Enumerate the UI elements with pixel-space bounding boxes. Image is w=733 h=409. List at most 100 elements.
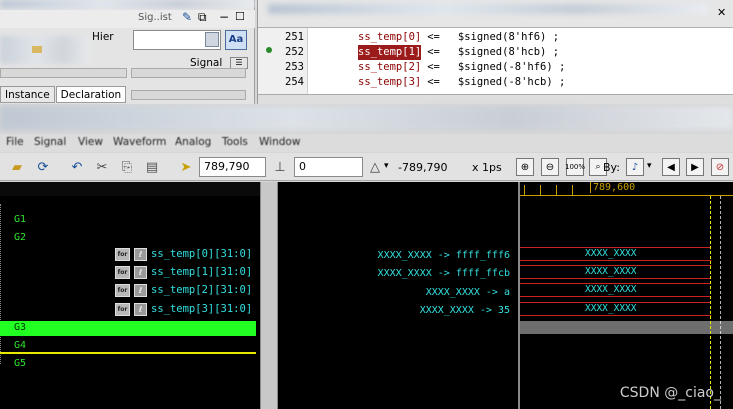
pin-icon[interactable]: ✎ (182, 10, 192, 24)
zoom-in-icon[interactable]: ⊕ (516, 158, 534, 176)
source-lhs[interactable]: ss_temp[3] (358, 75, 421, 90)
paste-icon[interactable]: ▤ (143, 158, 161, 176)
marker-icon[interactable]: ⊥ (271, 158, 289, 176)
signal-attr-icon: ℓ (134, 302, 147, 316)
source-line: 251 ss_temp[0] <= $signed(8'hf6) ; (258, 30, 733, 45)
signal-type-icon: for (115, 247, 130, 261)
signal-name-pane: G1 G2 for ℓ ss_temp[0][31:0] for ℓ ss_te… (0, 182, 260, 409)
menu-analog[interactable]: Analog (175, 136, 211, 148)
match-case-icon[interactable]: Aa (225, 30, 247, 50)
source-rhs: $signed(-8'hcb) ; (457, 76, 566, 88)
wave-value: XXXX_XXXX (585, 266, 637, 277)
delta-dropdown-icon[interactable]: ▾ (384, 161, 389, 171)
hier-scrollbar[interactable] (0, 68, 127, 78)
selected-group-wave[interactable] (520, 321, 733, 334)
search-prev-icon[interactable]: ◀ (662, 158, 680, 176)
marker-time-field[interactable]: 0 (294, 157, 363, 177)
menu-waveform[interactable]: Waveform (113, 136, 166, 148)
signal-type-icon: for (115, 265, 130, 279)
float-icon[interactable]: ⧉ (198, 10, 207, 25)
source-op: <= (427, 61, 440, 73)
folder-icon (32, 46, 42, 53)
source-op: <= (427, 76, 440, 88)
signal-row[interactable]: for ℓ ss_temp[1][31:0] (115, 264, 252, 280)
group-g4[interactable]: G4 (14, 340, 26, 351)
signal-scrollbar[interactable] (131, 68, 246, 78)
highlight-line (0, 352, 256, 354)
source-rhs: $signed(8'hcb) ; (457, 46, 560, 58)
menu-view[interactable]: View (78, 136, 103, 148)
source-op: <= (427, 46, 440, 58)
source-line: 254 ss_temp[3] <= $signed(-8'hcb) ; (258, 75, 733, 90)
signal-name: ss_temp[1][31:0] (151, 266, 253, 278)
open-folder-icon[interactable]: ▰ (8, 158, 26, 176)
signal-type-icon: for (115, 302, 130, 316)
blurred-title-bar (0, 106, 733, 130)
tab-instance[interactable]: Instance (0, 86, 55, 103)
copy-icon[interactable]: ⎘ (118, 158, 136, 176)
timeline-ruler[interactable]: 789,600 (520, 182, 733, 196)
hierarchy-panel: Sig..ist ✎ ⧉ − ☐ Hier Aa Signal ☰ Instan… (0, 0, 255, 104)
by-label: By: (603, 161, 620, 174)
hier-header: Hier (92, 31, 114, 43)
ruler-tick (540, 185, 546, 195)
signal-value: XXXX_XXXX -> ffff_fff6 (377, 250, 510, 261)
tab-declaration[interactable]: Declaration (55, 86, 127, 103)
blurred-toolbar (0, 0, 255, 8)
pointer-icon[interactable]: ➤ (177, 158, 195, 176)
signal-attr-icon: ℓ (134, 283, 147, 297)
signal-hscrollbar[interactable] (131, 90, 246, 100)
signal-attr-icon: ℓ (134, 247, 147, 261)
menu-signal[interactable]: Signal (34, 136, 66, 148)
group-g1[interactable]: G1 (14, 214, 26, 225)
signal-row[interactable]: for ℓ ss_temp[3][31:0] (115, 301, 252, 317)
signal-name: ss_temp[3][31:0] (151, 303, 253, 315)
signal-list-title: Sig..ist (138, 12, 172, 23)
signal-value: XXXX_XXXX -> a (425, 287, 510, 298)
line-number: 253 (285, 61, 304, 73)
cursor-time-field[interactable]: 789,790 (199, 157, 266, 177)
group-g2[interactable]: G2 (14, 232, 26, 243)
pane-splitter-left[interactable] (260, 182, 278, 409)
source-view: ✕ 251 ss_temp[0] <= $signed(8'hf6) ; 252… (257, 0, 733, 104)
menu-bar: File Signal View Waveform Analog Tools W… (0, 134, 733, 152)
close-icon[interactable]: ✕ (717, 6, 726, 19)
delta-icon[interactable]: △ (366, 158, 384, 176)
undo-icon[interactable]: ↶ (68, 158, 86, 176)
maximize-icon[interactable]: ☐ (235, 10, 245, 23)
blurred-tree (0, 36, 90, 64)
source-lhs[interactable]: ss_temp[0] (358, 30, 421, 45)
signal-value-pane: XXXX_XXXX -> ffff_fff6 XXXX_XXXX -> ffff… (278, 182, 518, 409)
signal-type-icon: for (115, 283, 130, 297)
search-by-dropdown-icon[interactable]: ▾ (647, 161, 652, 171)
ruler-tick (556, 185, 562, 195)
source-lhs-highlighted[interactable]: ss_temp[1] (358, 45, 422, 60)
reload-icon[interactable]: ⟳ (34, 158, 52, 176)
zoom-out-icon[interactable]: ⊖ (541, 158, 559, 176)
menu-tools[interactable]: Tools (222, 136, 248, 148)
group-g5[interactable]: G5 (14, 358, 26, 369)
menu-file[interactable]: File (6, 136, 24, 148)
cut-icon[interactable]: ✂ (93, 158, 111, 176)
search-next-icon[interactable]: ▶ (686, 158, 704, 176)
search-clear-icon[interactable] (205, 32, 219, 47)
marker-line[interactable] (720, 196, 721, 409)
time-scale-label: x 1ps (472, 161, 502, 174)
source-hscrollbar[interactable] (258, 94, 733, 104)
signal-row[interactable]: for ℓ ss_temp[0][31:0] (115, 246, 252, 262)
line-number: 252 (285, 46, 304, 58)
ruler-label: 789,600 (590, 182, 635, 193)
wave-value: XXXX_XXXX (585, 248, 637, 259)
search-by-icon[interactable]: ♪ (626, 158, 644, 176)
source-lhs[interactable]: ss_temp[2] (358, 60, 421, 75)
stop-icon[interactable]: ⊘ (711, 158, 729, 176)
hier-toolbar: Sig..ist ✎ ⧉ − ☐ (0, 10, 255, 28)
delta-time-value: -789,790 (398, 161, 448, 174)
signal-row[interactable]: for ℓ ss_temp[2][31:0] (115, 282, 252, 298)
main-toolbar: ▰ ⟳ ↶ ✂ ⎘ ▤ ➤ 789,790 ⊥ 0 △ ▾ -789,790 x… (0, 153, 733, 181)
menu-window[interactable]: Window (259, 136, 300, 148)
selected-group-row[interactable]: G3 (0, 321, 256, 336)
waveform-pane: 789,600 XXXX_XXXX XXXX_XXXX XXXX_XXXX XX… (520, 182, 733, 409)
minimize-icon[interactable]: − (219, 10, 229, 24)
cursor-line[interactable] (710, 196, 711, 409)
